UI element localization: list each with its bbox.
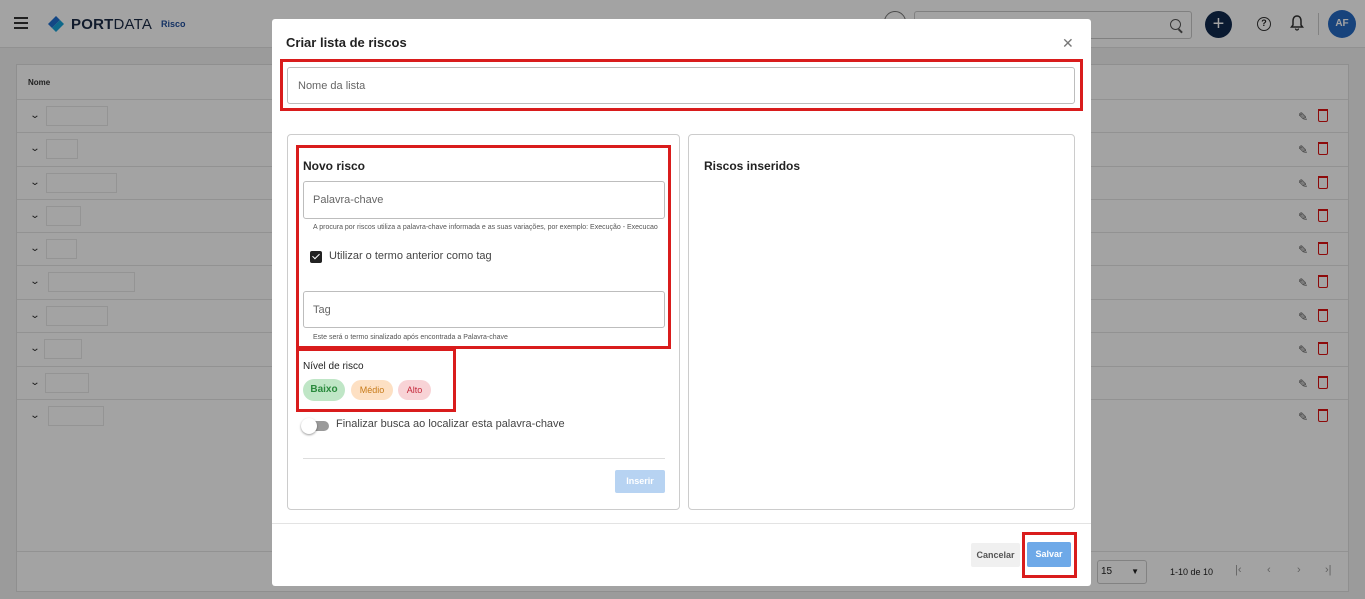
tag-hint: Este será o termo sinalizado após encont… bbox=[313, 334, 508, 341]
close-icon[interactable]: ✕ bbox=[1062, 35, 1074, 52]
footer-divider bbox=[272, 523, 1091, 524]
stop-search-toggle[interactable] bbox=[301, 418, 329, 434]
keyword-hint: A procura por riscos utiliza a palavra-c… bbox=[313, 224, 658, 231]
cancel-button[interactable]: Cancelar bbox=[971, 543, 1020, 567]
list-name-input[interactable] bbox=[287, 67, 1075, 104]
stop-search-label: Finalizar busca ao localizar esta palavr… bbox=[336, 418, 565, 430]
insert-button[interactable]: Inserir bbox=[615, 470, 665, 493]
use-as-tag-label: Utilizar o termo anterior como tag bbox=[329, 250, 492, 262]
save-button[interactable]: Salvar bbox=[1027, 542, 1071, 567]
tag-input[interactable] bbox=[303, 291, 665, 328]
create-risk-list-dialog: Criar lista de riscos ✕ Novo risco A pro… bbox=[272, 19, 1091, 586]
keyword-input[interactable] bbox=[303, 181, 665, 219]
new-risk-title: Novo risco bbox=[303, 159, 366, 173]
risk-level-medium-chip[interactable]: Médio bbox=[351, 380, 393, 400]
inserted-risks-title: Riscos inseridos bbox=[704, 159, 801, 173]
risk-level-high-chip[interactable]: Alto bbox=[398, 380, 431, 400]
risk-level-title: Nível de risco bbox=[303, 361, 364, 372]
use-as-tag-checkbox[interactable] bbox=[310, 251, 322, 263]
dialog-title: Criar lista de riscos bbox=[286, 35, 407, 50]
inserted-risks-card: Riscos inseridos bbox=[688, 134, 1075, 510]
risk-level-low-chip[interactable]: Baixo bbox=[303, 379, 345, 401]
new-risk-card: Novo risco A procura por riscos utiliza … bbox=[287, 134, 680, 510]
divider bbox=[303, 458, 665, 459]
